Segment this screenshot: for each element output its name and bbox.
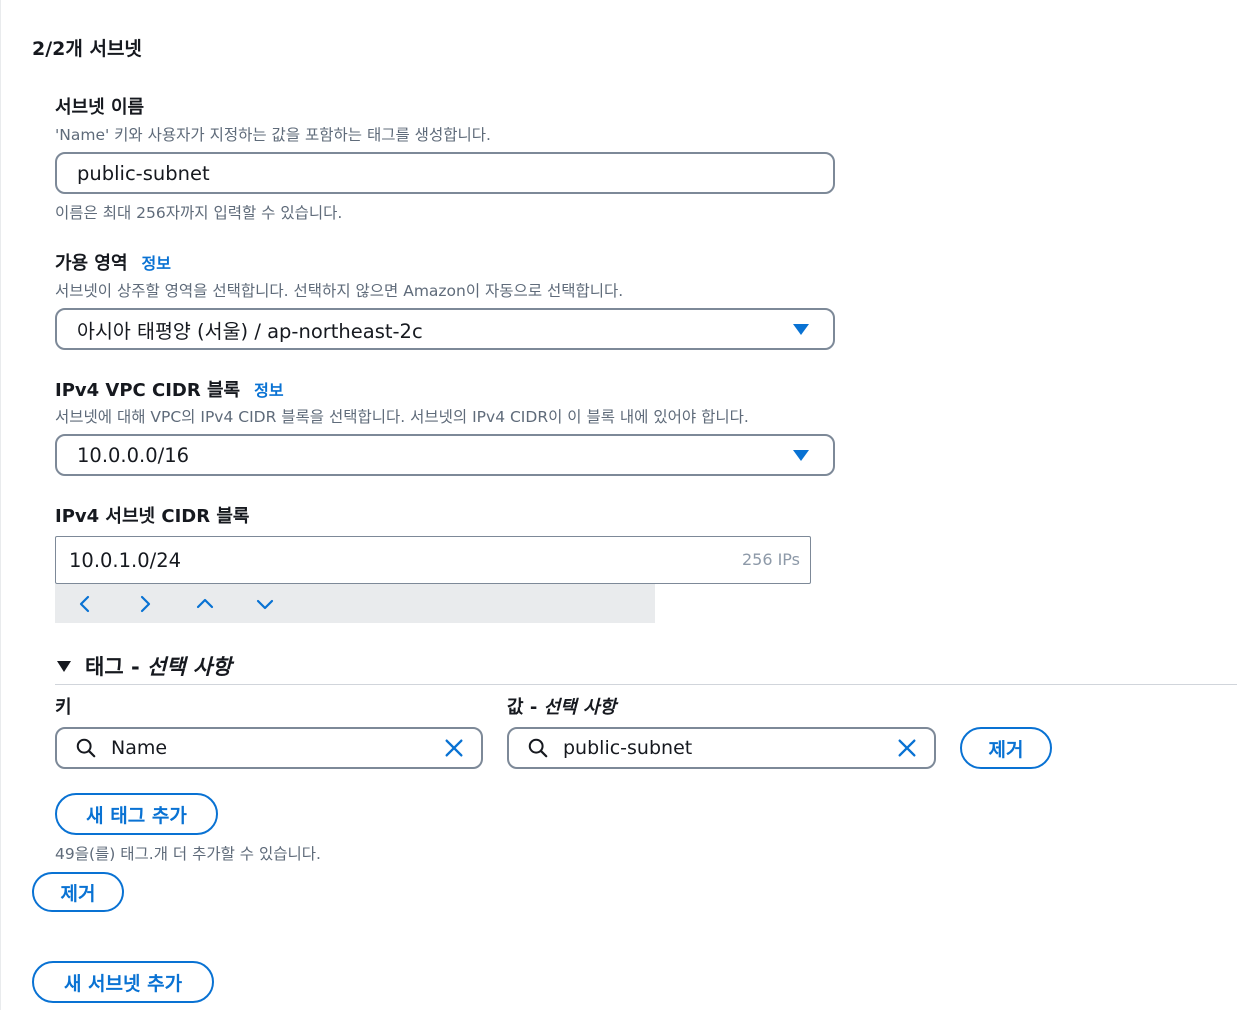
availability-zone-info-link[interactable]: 정보 <box>142 254 171 273</box>
caret-down-icon <box>57 661 71 672</box>
vpc-cidr-value: 10.0.0.0/16 <box>77 443 190 467</box>
section-title: 2/2개 서브넷 <box>32 38 142 60</box>
tag-value-field[interactable]: public-subnet <box>507 727 936 769</box>
tag-value-value: public-subnet <box>563 737 693 759</box>
remove-subnet-button[interactable]: 제거 <box>32 872 124 912</box>
vpc-cidr-info-link[interactable]: 정보 <box>254 381 283 400</box>
tag-key-label: 키 <box>55 697 72 718</box>
vpc-cidr-description: 서브넷에 대해 VPC의 IPv4 CIDR 블록을 선택합니다. 서브넷의 I… <box>55 408 749 426</box>
tag-key-field[interactable]: Name <box>55 727 483 769</box>
add-subnet-button[interactable]: 새 서브넷 추가 <box>32 961 214 1003</box>
subnet-name-constraint: 이름은 최대 256자까지 입력할 수 있습니다. <box>55 204 343 222</box>
tag-value-label-main: 값 - <box>507 697 544 718</box>
tag-value-label: 값 - 선택 사항 <box>507 693 616 719</box>
subnet-cidr-ip-count: 256 IPs <box>741 550 800 569</box>
subnet-name-description: 'Name' 키와 사용자가 지정하는 값을 포함하는 태그를 생성합니다. <box>55 126 491 144</box>
subnet-cidr-value: 10.0.1.0/24 <box>69 548 182 572</box>
chevron-down-icon[interactable] <box>253 592 277 616</box>
availability-zone-header: 가용 영역 정보 <box>55 249 171 275</box>
tag-key-value: Name <box>111 737 168 759</box>
availability-zone-select[interactable]: 아시아 태평양 (서울) / ap-northeast-2c <box>55 308 835 350</box>
subnet-name-field[interactable] <box>55 152 835 194</box>
tags-remaining-hint: 49을(를) 태그.개 더 추가할 수 있습니다. <box>55 845 321 863</box>
subnet-cidr-field[interactable]: 10.0.1.0/24 256 IPs <box>55 536 811 584</box>
search-icon <box>528 738 548 758</box>
availability-zone-description: 서브넷이 상주할 영역을 선택합니다. 선택하지 않으면 Amazon이 자동으… <box>55 282 624 300</box>
cidr-stepper <box>55 584 655 623</box>
tags-divider <box>55 684 1237 685</box>
availability-zone-label: 가용 영역 <box>55 253 128 274</box>
left-border <box>0 0 1 1010</box>
vpc-cidr-header: IPv4 VPC CIDR 블록 정보 <box>55 376 284 402</box>
subnet-name-input[interactable] <box>77 161 833 185</box>
chevron-up-icon[interactable] <box>193 592 217 616</box>
subnet-cidr-label: IPv4 서브넷 CIDR 블록 <box>55 506 250 527</box>
vpc-cidr-label: IPv4 VPC CIDR 블록 <box>55 380 241 401</box>
add-tag-button[interactable]: 새 태그 추가 <box>55 793 218 835</box>
chevron-right-icon[interactable] <box>133 592 157 616</box>
vpc-cidr-select[interactable]: 10.0.0.0/16 <box>55 434 835 476</box>
availability-zone-value: 아시아 태평양 (서울) / ap-northeast-2c <box>77 319 423 343</box>
clear-icon[interactable] <box>443 737 465 759</box>
tag-value-label-optional: 선택 사항 <box>543 697 617 718</box>
search-icon <box>76 738 96 758</box>
caret-down-icon <box>793 324 809 335</box>
subnet-name-label: 서브넷 이름 <box>55 97 145 118</box>
tags-header-label: 태그 - <box>85 655 147 679</box>
tags-header-optional: 선택 사항 <box>146 655 232 679</box>
clear-icon[interactable] <box>896 737 918 759</box>
tags-section-toggle[interactable]: 태그 - 선택 사항 <box>57 651 232 681</box>
caret-down-icon <box>793 450 809 461</box>
chevron-left-icon[interactable] <box>73 592 97 616</box>
remove-tag-button[interactable]: 제거 <box>960 727 1052 769</box>
